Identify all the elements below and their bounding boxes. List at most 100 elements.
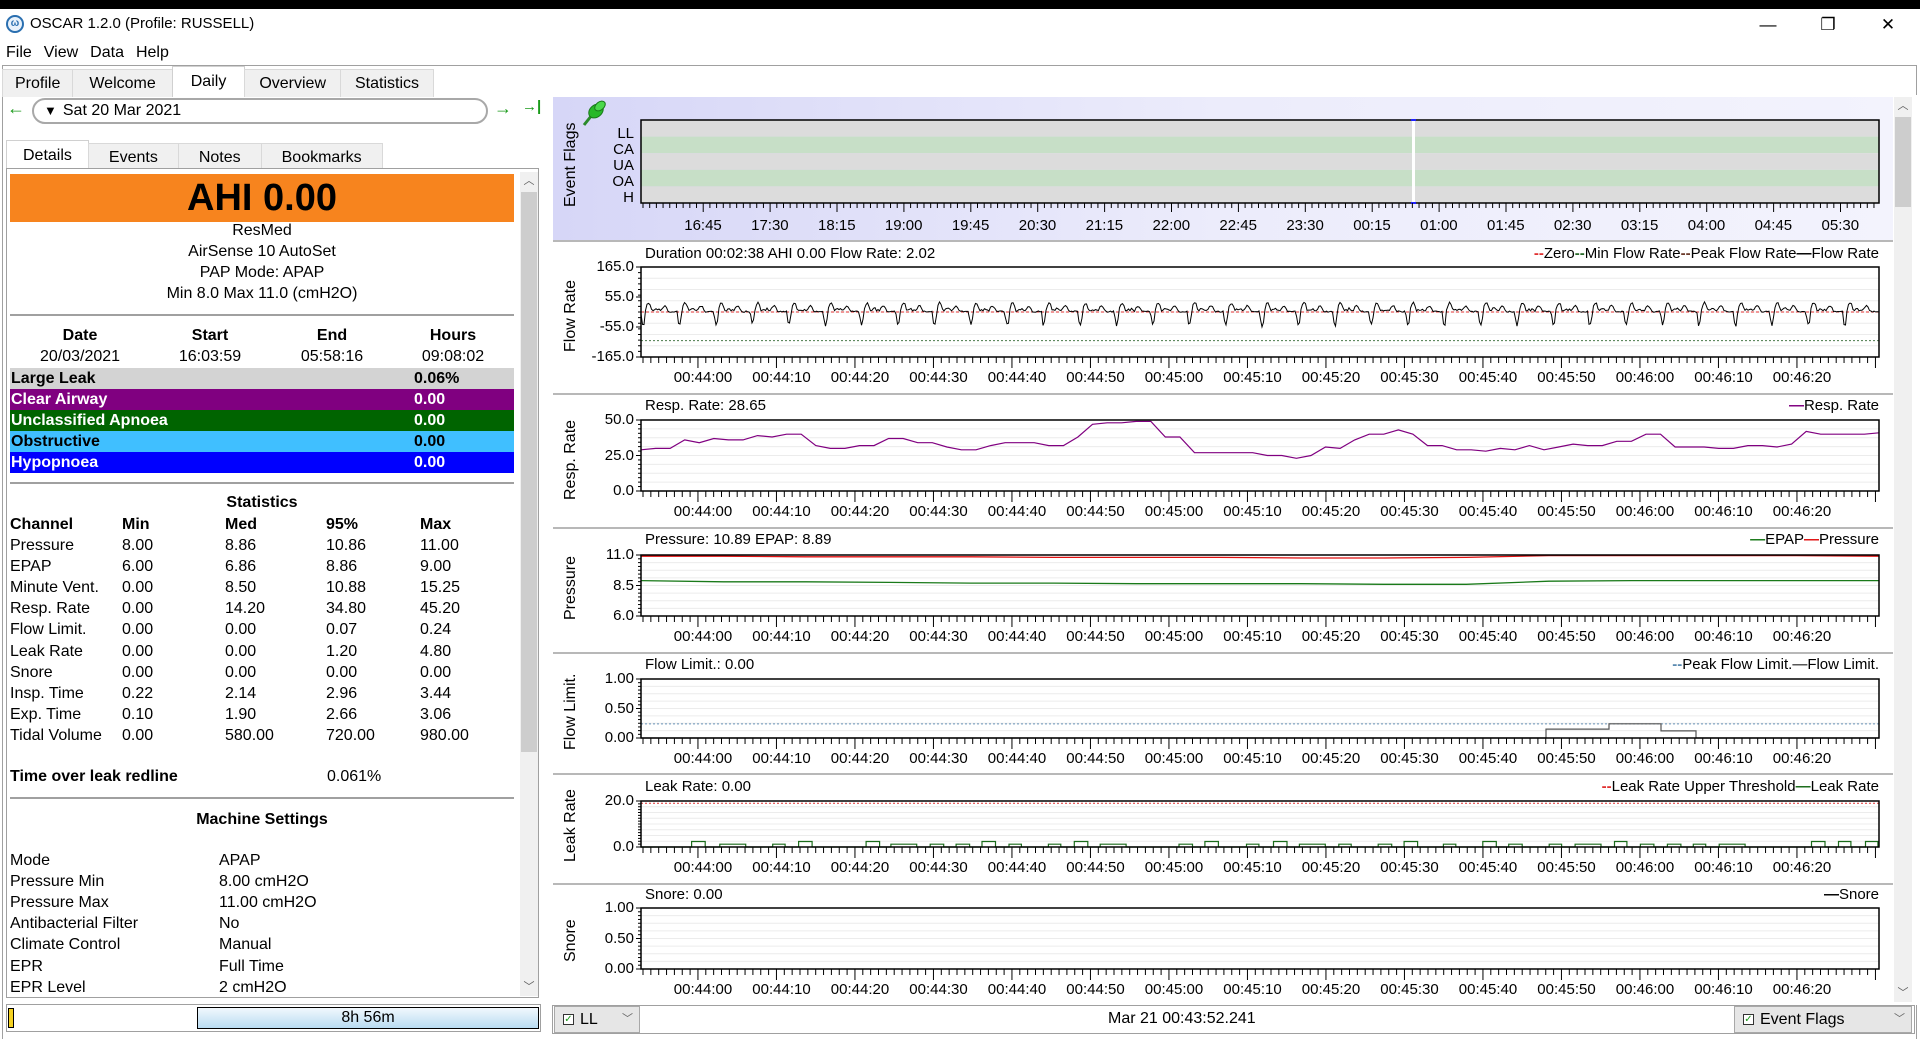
time-axis-label: 04:00 (1687, 217, 1726, 234)
stats-value: 0.24 (420, 621, 452, 639)
time-axis-label: 00:46:10 (1694, 750, 1753, 767)
previous-day-icon[interactable]: ← (7, 98, 25, 119)
menu-file[interactable]: File (0, 41, 38, 65)
legend-label: Peak Flow Rate (1690, 245, 1797, 262)
time-axis-label: 00:45:40 (1458, 750, 1518, 767)
time-axis-label: 00:44:40 (987, 369, 1047, 386)
legend-swatch: — (1750, 531, 1766, 548)
setting-value: APAP (219, 852, 261, 869)
setting-label: Mode (10, 852, 51, 869)
leak-redline-label: Time over leak redline (10, 768, 178, 785)
time-axis-label: 00:45:50 (1537, 981, 1596, 998)
stats-channel: Pressure (10, 537, 75, 554)
stats-value: 8.00 (122, 537, 154, 554)
y-tick-label: 1.00 (604, 670, 634, 687)
time-axis-label: 00:46:00 (1615, 859, 1675, 876)
stats-value: 4.80 (420, 642, 452, 660)
tab-notes[interactable]: Notes (177, 143, 262, 171)
menu-view[interactable]: View (38, 41, 84, 65)
time-axis-label: 00:44:00 (673, 369, 733, 386)
event-row: Clear Airway 0.00 (10, 389, 514, 410)
time-axis-label: 19:00 (884, 217, 923, 234)
tab-details[interactable]: Details (6, 140, 89, 171)
menu-bar: File View Data Help (0, 41, 1920, 65)
stats-channel: EPAP (10, 558, 52, 576)
time-axis-label: 00:46:20 (1772, 628, 1832, 645)
date-selector[interactable]: ▼ Sat 20 Mar 2021 (32, 98, 488, 124)
scroll-up-icon[interactable]: ︿ (1894, 97, 1912, 115)
close-button[interactable]: ✕ (1858, 9, 1918, 41)
pressure-range: Min 8.0 Max 11.0 (cmH2O) (166, 285, 358, 302)
next-day-icon[interactable]: → (494, 98, 512, 119)
time-axis-label: 00:44:30 (909, 369, 968, 386)
time-axis-label: 00:44:30 (909, 750, 968, 767)
scroll-down-icon[interactable]: ﹀ (1894, 984, 1912, 1002)
stats-channel: Flow Limit. (10, 621, 87, 639)
stats-value: 34.80 (326, 600, 367, 618)
scroll-up-icon[interactable]: ︿ (520, 172, 538, 190)
tab-events[interactable]: Events (87, 143, 179, 171)
time-axis-label: 00:15 (1353, 217, 1391, 234)
tab-bookmarks[interactable]: Bookmarks (260, 143, 383, 171)
time-axis-label: 00:45:10 (1223, 503, 1282, 520)
time-axis-label: 00:46:10 (1694, 981, 1753, 998)
time-axis-label: 00:44:40 (987, 750, 1047, 767)
time-axis-label: 00:45:30 (1380, 859, 1439, 876)
pressure-plot[interactable] (636, 554, 1880, 630)
details-scrollbar[interactable]: ︿ ﹀ (520, 172, 538, 996)
tab-profile[interactable]: Profile (2, 69, 74, 97)
event-type-combo[interactable]: ✓ LL ﹀ (554, 1006, 640, 1033)
scrollbar-thumb[interactable] (1895, 117, 1911, 207)
summary-header-start: Start (191, 327, 229, 344)
y-tick-label: 8.5 (613, 576, 634, 594)
time-cursor[interactable] (1412, 120, 1415, 203)
flow-plot[interactable] (636, 266, 1880, 371)
stats-channel: Insp. Time (10, 684, 84, 702)
snore-plot[interactable] (636, 907, 1880, 983)
summary-header-hours: Hours (429, 327, 477, 344)
flow_limit-plot[interactable] (636, 678, 1880, 752)
tab-welcome[interactable]: Welcome (72, 69, 173, 97)
setting-value: Full Time (219, 957, 284, 975)
event-row: Large Leak 0.06% (10, 368, 514, 389)
y-tick-label: 55.0 (604, 288, 634, 305)
leak-plot[interactable] (636, 800, 1880, 861)
summary-start: 16:03:59 (178, 348, 242, 365)
stats-value: 0.00 (122, 726, 154, 744)
scrollbar-thumb[interactable] (521, 192, 537, 752)
time-axis-label: 00:45:20 (1301, 503, 1361, 520)
minimize-button[interactable]: — (1738, 9, 1798, 41)
last-day-icon[interactable]: →| (522, 98, 541, 115)
setting-label: Pressure Max (10, 894, 109, 912)
stats-value: 0.00 (225, 663, 257, 681)
tab-statistics[interactable]: Statistics (340, 69, 435, 97)
graph-select-combo[interactable]: ✓ Event Flags ﹀ (1734, 1006, 1912, 1033)
graph-scrollbar[interactable]: ︿ ﹀ (1894, 97, 1912, 1002)
tab-daily[interactable]: Daily (171, 66, 246, 97)
y-tick-label: 0.0 (613, 482, 634, 499)
summary-header-end: End (316, 327, 348, 344)
setting-value: 2 cmH2O (219, 978, 287, 996)
time-axis-label: 00:45:30 (1380, 628, 1439, 645)
menu-help[interactable]: Help (130, 41, 175, 65)
stats-value: 10.88 (326, 579, 367, 597)
flow-chart-title: Duration 00:02:38 AHI 0.00 Flow Rate: 2.… (645, 245, 936, 262)
event-flag-row-label: OA (612, 173, 634, 190)
restore-button[interactable]: ❐ (1798, 9, 1858, 41)
event-flags-plot[interactable] (640, 119, 1880, 217)
event-flag-row-label: CA (613, 141, 634, 158)
menu-data[interactable]: Data (84, 41, 130, 65)
legend-swatch: — (1823, 886, 1839, 903)
time-axis-label: 02:30 (1553, 217, 1592, 234)
y-tick-label: 25.0 (604, 446, 634, 464)
stats-value: 2.66 (326, 705, 358, 723)
time-axis-label: 00:45:30 (1380, 981, 1439, 998)
resp-plot[interactable] (636, 419, 1880, 505)
app-icon: ω (6, 15, 24, 33)
scroll-down-icon[interactable]: ﹀ (520, 978, 538, 996)
time-axis-label: 00:46:10 (1694, 369, 1753, 386)
time-axis-label: 00:44:20 (830, 369, 890, 386)
tab-overview[interactable]: Overview (244, 69, 341, 97)
time-axis-label: 00:44:10 (752, 750, 811, 767)
legend-swatch: — (1796, 245, 1812, 262)
